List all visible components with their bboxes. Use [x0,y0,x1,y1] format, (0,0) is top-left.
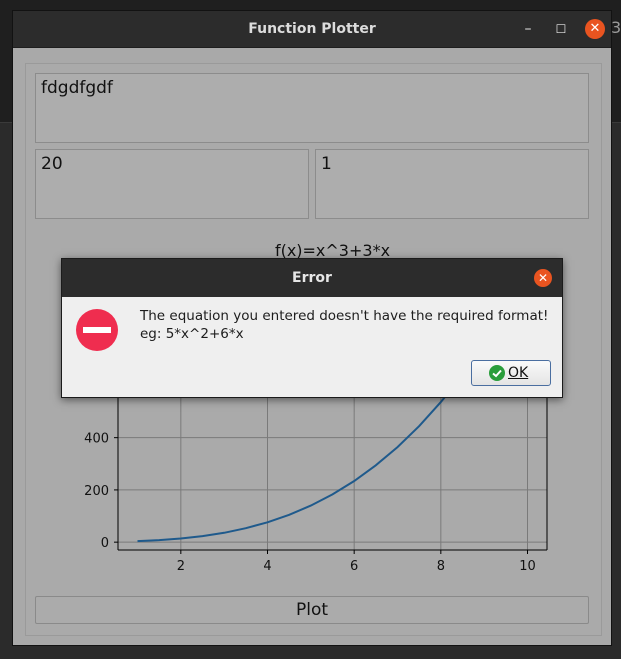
y-tick-label: 0 [101,536,109,551]
y-tick-label: 400 [84,432,109,447]
background-glyph: 3 [611,18,621,37]
equation-input[interactable]: fdgdfgdf [35,73,589,143]
maximize-button[interactable]: ☐ [551,19,571,39]
dialog-title: Error [292,270,332,286]
close-button[interactable]: ✕ [585,19,605,39]
x-tick-label: 10 [519,559,536,574]
dialog-titlebar[interactable]: Error ✕ [62,259,562,297]
error-message-line1: The equation you entered doesn't have th… [140,308,549,324]
minimize-button[interactable]: – [518,19,538,39]
error-message-line2: eg: 5*x^2+6*x [140,326,244,342]
error-message: The equation you entered doesn't have th… [140,307,560,343]
x-tick-label: 2 [177,559,185,574]
x-tick-label: 6 [350,559,358,574]
ok-button[interactable]: OK [471,360,551,386]
window-titlebar[interactable]: Function Plotter – ☐ ✕ [13,11,611,48]
max-x-input[interactable]: 20 [35,149,309,219]
y-tick-label: 200 [84,484,109,499]
x-tick-label: 8 [437,559,445,574]
min-x-input[interactable]: 1 [315,149,589,219]
error-dialog: Error ✕ The equation you entered doesn't… [61,258,563,398]
ok-button-label: OK [508,365,529,381]
dialog-close-button[interactable]: ✕ [534,269,552,287]
error-stop-icon [76,309,118,351]
check-icon [489,365,505,381]
x-tick-label: 4 [263,559,271,574]
plot-button[interactable]: Plot [35,596,589,624]
